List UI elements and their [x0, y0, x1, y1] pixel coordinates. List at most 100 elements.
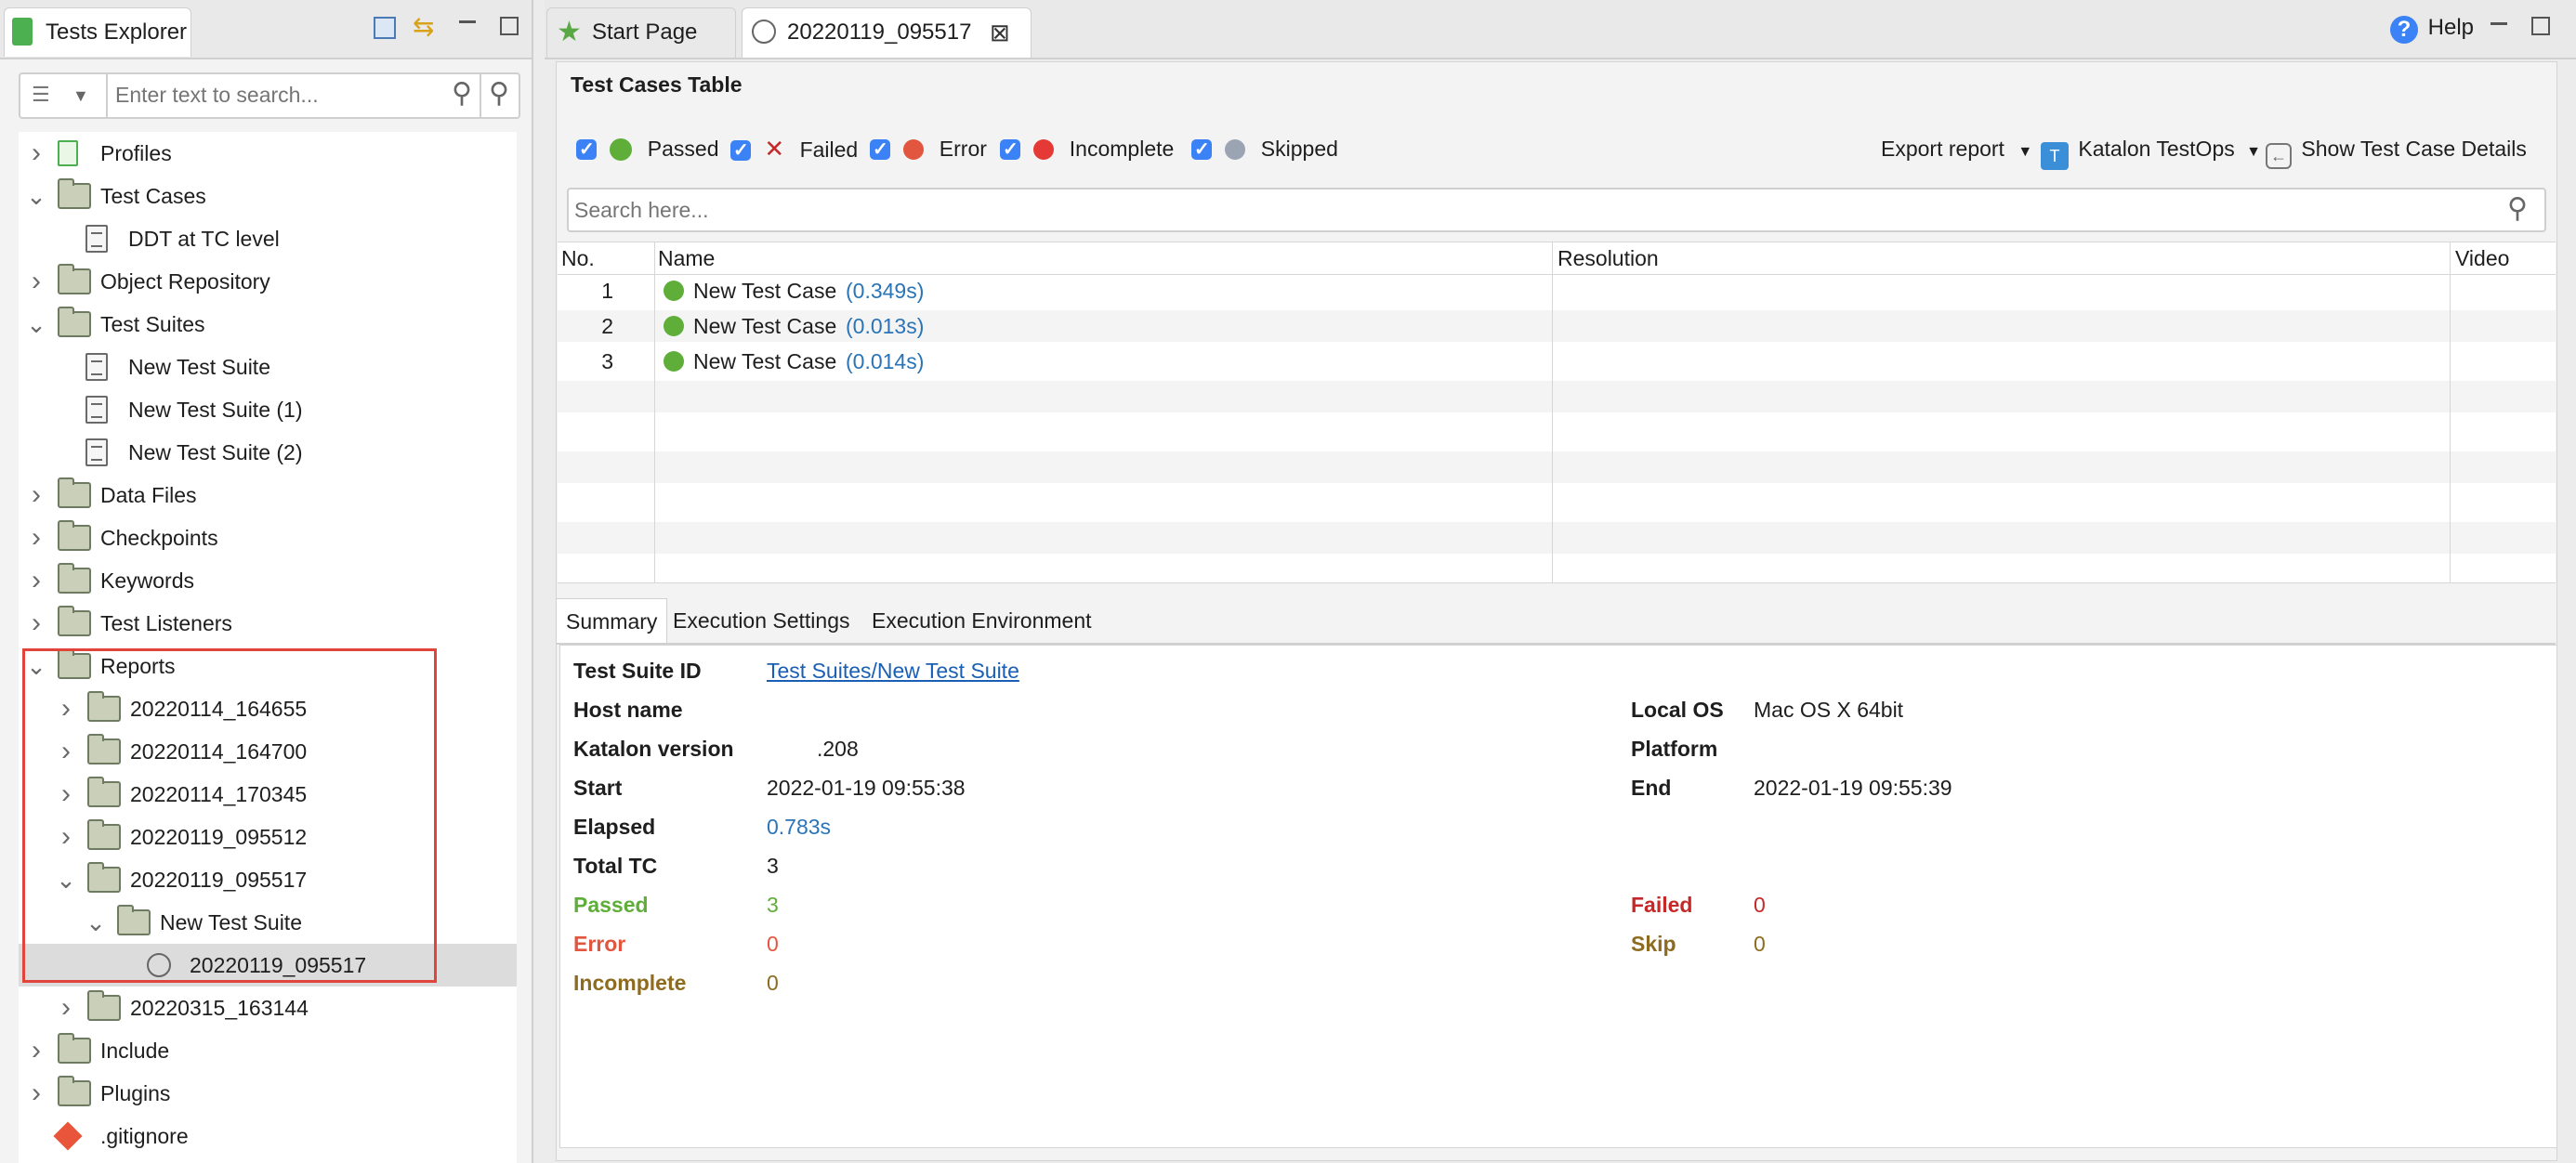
tree-item[interactable]: › Checkpoints	[19, 516, 517, 559]
tree-item-label: Profiles	[100, 141, 172, 165]
tree-item[interactable]: › Keywords	[19, 559, 517, 602]
chevron-right-icon[interactable]: ›	[22, 474, 50, 516]
table-row	[558, 522, 2556, 554]
test-cases-grid: No. Name Resolution Video 1 New Test Case…	[558, 242, 2556, 583]
table-search-input[interactable]	[572, 193, 2472, 227]
tab-execution-settings[interactable]: Execution Settings	[664, 598, 860, 643]
filter-skipped[interactable]: Skipped	[1191, 130, 1338, 168]
chevron-right-icon[interactable]: ›	[22, 260, 50, 303]
tree-item-label: 20220315_163144	[130, 996, 309, 1020]
chevron-right-icon[interactable]: ›	[22, 1072, 50, 1115]
incomplete-checkbox[interactable]	[1000, 131, 1020, 168]
table-row[interactable]: 2 New Test Case (0.013s)	[558, 310, 2556, 342]
error-checkbox[interactable]	[870, 131, 890, 168]
advanced-search-icon[interactable]: ⚲	[489, 78, 509, 110]
summary-panel: Test Suite ID Test Suites/New Test Suite…	[559, 645, 2557, 1148]
tree-item[interactable]: › Plugins	[19, 1072, 517, 1115]
chevron-right-icon[interactable]: ›	[22, 559, 50, 602]
folder-icon	[58, 1076, 91, 1106]
elapsed-label: Elapsed	[573, 815, 656, 839]
export-report-button[interactable]: Export report ▼	[1881, 130, 2032, 167]
tab-execution-environment[interactable]: Execution Environment	[862, 598, 1101, 643]
tree-item[interactable]: New Test Suite	[19, 346, 517, 388]
column-header-no[interactable]: No.	[561, 242, 595, 274]
minimize-icon[interactable]	[459, 20, 476, 23]
folder-icon	[87, 990, 121, 1021]
end-value: 2022-01-19 09:55:39	[1754, 776, 1952, 800]
row-number: 3	[601, 349, 613, 373]
chevron-right-icon[interactable]: ›	[22, 1029, 50, 1072]
search-icon[interactable]: ⚲	[452, 78, 472, 110]
tree-item[interactable]: › 20220315_163144	[19, 987, 517, 1029]
tab-start-page[interactable]: ★ Start Page	[546, 7, 736, 58]
tree-item[interactable]: › Test Listeners	[19, 602, 517, 645]
help-button[interactable]: ? Help	[2390, 9, 2474, 46]
filter-dropdown-icon[interactable]: ▼	[72, 80, 89, 111]
chevron-down-icon[interactable]: ⌄	[22, 175, 50, 217]
tree-item-label: DDT at TC level	[128, 227, 280, 251]
close-icon[interactable]: ⊠	[990, 8, 1010, 57]
filter-incomplete[interactable]: Incomplete	[1000, 130, 1175, 168]
tests-explorer-tab[interactable]: Tests Explorer	[4, 7, 191, 57]
test-suite-id-link[interactable]: Test Suites/New Test Suite	[767, 655, 1019, 686]
filter-list-icon[interactable]: ☰	[32, 84, 54, 106]
table-row	[558, 381, 2556, 412]
folder-icon	[58, 606, 91, 636]
tree-search-input[interactable]	[113, 78, 433, 111]
chevron-down-icon[interactable]: ⌄	[22, 303, 50, 346]
start-value: 2022-01-19 09:55:38	[767, 776, 966, 800]
tree-item-label: New Test Suite	[128, 355, 270, 379]
column-header-video[interactable]: Video	[2455, 242, 2509, 274]
tab-report[interactable]: 20220119_095517 ⊠	[742, 7, 1032, 58]
tree-item-label: Plugins	[100, 1081, 171, 1105]
collapse-all-icon[interactable]	[374, 17, 396, 39]
tree-item[interactable]: › Object Repository	[19, 260, 517, 303]
tree-item[interactable]: › Data Files	[19, 474, 517, 516]
search-icon[interactable]: ⚲	[2507, 191, 2528, 227]
katalon-testops-label: Katalon TestOps	[2078, 137, 2235, 161]
skipped-checkbox[interactable]	[1191, 131, 1212, 168]
tree-item[interactable]: ⌄ Test Suites	[19, 303, 517, 346]
filter-passed[interactable]: Passed	[576, 130, 719, 168]
tree-item[interactable]: .gitignore	[19, 1115, 517, 1157]
tree-item-label: Test Listeners	[100, 611, 232, 635]
chevron-right-icon[interactable]: ›	[22, 132, 50, 175]
passed-checkbox[interactable]	[576, 131, 597, 168]
passed-status-icon	[664, 316, 684, 336]
filter-incomplete-label: Incomplete	[1069, 137, 1175, 161]
maximize-icon[interactable]	[500, 17, 519, 35]
failed-value: 0	[1754, 893, 1766, 917]
tab-summary[interactable]: Summary	[556, 598, 668, 643]
table-row[interactable]: 1 New Test Case (0.349s)	[558, 275, 2556, 307]
passed-value: 3	[767, 893, 779, 917]
tree-item[interactable]: DDT at TC level	[19, 217, 517, 260]
link-with-editor-icon[interactable]: ⇆	[413, 13, 440, 41]
tree-item[interactable]: New Test Suite (2)	[19, 431, 517, 474]
column-header-resolution[interactable]: Resolution	[1557, 242, 1659, 274]
host-name-label: Host name	[573, 698, 683, 722]
editor-maximize-icon[interactable]	[2531, 17, 2550, 35]
chevron-right-icon[interactable]: ›	[22, 602, 50, 645]
tree-item[interactable]: New Test Suite (1)	[19, 388, 517, 431]
local-os-label: Local OS	[1631, 698, 1724, 722]
error-status-icon	[903, 139, 925, 160]
summary-tab-bar: Summary Execution Settings Execution Env…	[556, 598, 2556, 645]
editor-minimize-icon[interactable]	[2491, 22, 2507, 25]
passed-label: Passed	[573, 893, 649, 917]
filter-failed[interactable]: ✕ Failed	[730, 130, 858, 169]
failed-checkbox[interactable]	[730, 132, 751, 169]
tree-item[interactable]: › Include	[19, 1029, 517, 1072]
filter-error[interactable]: Error	[870, 130, 987, 168]
incomplete-label: Incomplete	[573, 971, 687, 995]
skip-value: 0	[1754, 932, 1766, 956]
chevron-right-icon[interactable]: ›	[52, 987, 80, 1029]
chevron-right-icon[interactable]: ›	[22, 516, 50, 559]
tree-item[interactable]: › Profiles	[19, 132, 517, 175]
table-row[interactable]: 3 New Test Case (0.014s)	[558, 346, 2556, 377]
katalon-testops-button[interactable]: T Katalon TestOps ▼	[2041, 130, 2261, 170]
test-suites-icon	[58, 307, 91, 337]
table-row	[558, 487, 2556, 518]
tree-item[interactable]: ⌄ Test Cases	[19, 175, 517, 217]
show-details-button[interactable]: ← Show Test Case Details	[2266, 130, 2527, 169]
column-header-name[interactable]: Name	[658, 242, 715, 274]
